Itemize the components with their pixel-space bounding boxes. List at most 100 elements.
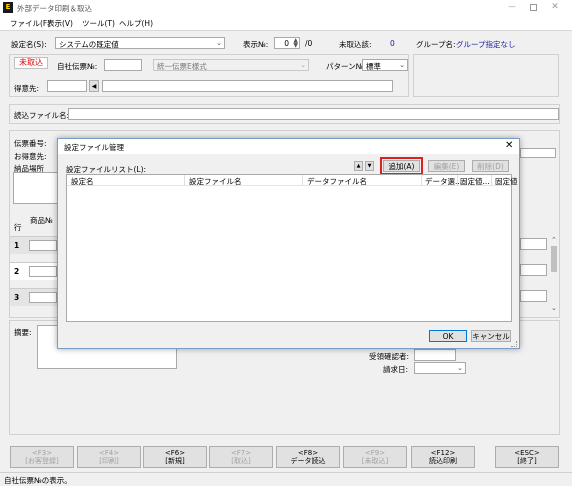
status-badge: 未取込 (14, 57, 48, 69)
group-label: グループ名: (416, 40, 456, 49)
side-panel (413, 54, 559, 97)
pattern-value: 標準 (366, 62, 381, 71)
customer-code-field[interactable] (47, 80, 87, 92)
fkey-label: [取込] (231, 457, 251, 465)
fkey-f4-button: <F4> [印刷] (77, 446, 141, 468)
chevron-down-icon: ⌄ (399, 61, 405, 69)
column-divider (184, 175, 185, 186)
status-text: 自社伝票№の表示。 (4, 476, 72, 485)
file-list-table[interactable]: 設定名 設定ファイル名 データファイル名 データ選... 固定値... 固定値 (66, 174, 518, 322)
display-no-label: 表示№: (243, 40, 269, 49)
row3-right-field[interactable] (520, 290, 547, 302)
billing-date-select[interactable]: ⌄ (414, 362, 466, 374)
menu-help[interactable]: ヘルプ(H) (119, 18, 153, 29)
receiver-field[interactable] (414, 349, 456, 361)
pattern-select[interactable]: 標準 ⌄ (362, 59, 408, 71)
dialog-title: 設定ファイル管理 (64, 143, 124, 152)
pattern-label: パターン№: (326, 62, 366, 71)
fkey-key: <F3> (31, 448, 53, 457)
status-badge-text: 未取込 (19, 58, 43, 67)
menu-tools[interactable]: ツール(T) (82, 18, 115, 29)
ok-button[interactable]: OK (429, 330, 467, 342)
product-field[interactable] (29, 240, 57, 251)
column-header[interactable]: 設定名 (71, 176, 94, 187)
row-number: 2 (14, 267, 20, 276)
window-title: 外部データ印刷＆取込 (17, 4, 92, 13)
read-file-field[interactable] (68, 108, 559, 120)
chevron-down-icon: ⌄ (300, 61, 306, 69)
remarks-label: 摘要: (14, 328, 32, 337)
billing-date-label: 請求日: (383, 365, 409, 374)
read-file-label: 読込ファイル名: (14, 111, 70, 120)
display-no-value: 0 (284, 39, 289, 48)
fkey-label: [お客登録] (25, 457, 59, 465)
table-row[interactable]: 2 (10, 262, 58, 280)
row1-right-field[interactable] (520, 238, 547, 250)
unimported-count: 0 (390, 39, 395, 48)
customer2-label: お得意先: (14, 152, 47, 161)
maximize-button[interactable] (526, 2, 540, 14)
fkey-label: [終了] (517, 457, 537, 465)
display-no-stepper[interactable]: 0 ▲ ▼ (274, 37, 300, 49)
column-header[interactable]: 固定値... (460, 176, 490, 187)
app-icon: E (3, 2, 13, 13)
move-up-button[interactable]: ▲ (354, 161, 363, 171)
fkey-esc-button[interactable]: <ESC> [終了] (495, 446, 559, 468)
close-window-button[interactable]: ✕ (548, 1, 562, 14)
table-row[interactable]: 1 (10, 236, 58, 254)
chevron-down-icon: ⌄ (216, 39, 222, 47)
fkey-f6-button[interactable]: <F6> [新規] (143, 446, 207, 468)
row2-right-field[interactable] (520, 264, 547, 276)
row-number: 1 (14, 241, 20, 250)
add-button[interactable]: 追加(A) (383, 160, 420, 172)
column-divider (457, 175, 458, 186)
fkey-f12-button[interactable]: <F12> 読込印刷 (411, 446, 475, 468)
delete-button-label: 削除(D) (477, 161, 504, 171)
fkey-key: <F8> (297, 448, 319, 457)
customer-search-button[interactable]: ◀ (89, 80, 99, 92)
fkey-f9-button: <F9> [未取込] (343, 446, 407, 468)
display-no-total: /0 (305, 39, 313, 48)
fkey-label: [未取込] (361, 457, 389, 465)
menu-view[interactable]: 表示(V) (47, 18, 73, 29)
fkey-f8-button[interactable]: <F8> データ読込 (276, 446, 340, 468)
fkey-key: <F12> (430, 448, 456, 457)
row-header: 行 (14, 223, 22, 232)
column-header[interactable]: 固定値 (495, 176, 518, 187)
triangle-up-icon: ▲ (356, 163, 361, 169)
edit-button-label: 編集(E) (433, 161, 460, 171)
settings-file-dialog: 設定ファイル管理 ✕ 設定ファイルリスト(L): ▲ ▼ 追加(A) 編集(E)… (57, 138, 520, 349)
scroll-thumb[interactable] (551, 246, 557, 272)
cancel-button[interactable]: キャンセル (471, 330, 511, 342)
slip-format-select: 統一伝票E様式 ⌄ (153, 59, 309, 71)
cancel-button-label: キャンセル (472, 331, 510, 341)
column-header[interactable]: 設定ファイル名 (189, 176, 242, 187)
setting-name-label: 設定名(S): (11, 40, 47, 49)
setting-name-value: システムの既定値 (59, 40, 119, 49)
scroll-up-icon[interactable]: ⌃ (551, 236, 557, 244)
spinner-icon[interactable]: ▲ ▼ (293, 38, 298, 49)
menu-bar: ファイル(F) 表示(V) ツール(T) ヘルプ(H) (0, 16, 572, 30)
column-header[interactable]: データファイル名 (307, 176, 367, 187)
right-top-field[interactable] (520, 148, 556, 158)
delivery-field[interactable] (13, 172, 59, 204)
resize-grip-icon[interactable] (511, 341, 517, 347)
minimize-button[interactable]: — (505, 2, 519, 14)
detail-scrollbar[interactable]: ⌃ ⌄ (549, 236, 559, 316)
fkey-key: <ESC> (514, 448, 540, 457)
column-divider (491, 175, 492, 186)
menu-file[interactable]: ファイル(F) (10, 18, 50, 29)
ok-button-label: OK (442, 331, 454, 341)
move-down-button[interactable]: ▼ (365, 161, 374, 171)
setting-name-select[interactable]: システムの既定値 ⌄ (55, 37, 225, 49)
close-icon[interactable]: ✕ (505, 140, 513, 151)
divider (0, 30, 572, 31)
product-field[interactable] (29, 292, 57, 303)
slip-no-field[interactable] (104, 59, 142, 71)
product-field[interactable] (29, 266, 57, 277)
scroll-down-icon[interactable]: ⌄ (551, 304, 557, 312)
fkey-label: データ読込 (290, 457, 326, 465)
customer-name-field[interactable] (102, 80, 393, 92)
table-row[interactable]: 3 (10, 288, 58, 306)
column-divider (302, 175, 303, 186)
